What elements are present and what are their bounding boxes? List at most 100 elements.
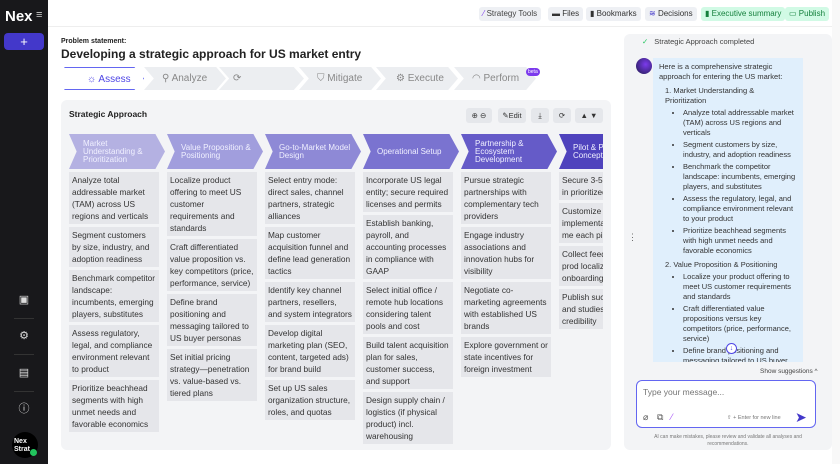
strategy-card[interactable]: Negotiate co-marketing agreements with e… bbox=[461, 282, 551, 334]
more-options-icon[interactable]: ⋮ bbox=[628, 232, 637, 243]
executive-summary-button[interactable]: ▮ Executive summary bbox=[701, 7, 786, 21]
help-icon[interactable]: ⓘ bbox=[16, 401, 32, 417]
refresh-icon[interactable]: ⟳ bbox=[553, 108, 571, 123]
board-column: Value Proposition & Positioning Localize … bbox=[167, 134, 263, 401]
divider bbox=[14, 318, 34, 319]
feedback-buttons[interactable]: ▲ ▼ bbox=[575, 108, 603, 123]
strategy-card[interactable]: Analyze total addressable market (TAM) a… bbox=[69, 172, 159, 224]
strategy-card[interactable]: Pursue strategic partnerships with compl… bbox=[461, 172, 551, 224]
file-icon: ▮ bbox=[705, 9, 712, 18]
strategy-card[interactable]: Publish succ stories and studies to b cr… bbox=[559, 289, 603, 329]
chat-panel: ✓ Strategic Approach completed Here is a … bbox=[624, 34, 832, 450]
strategy-card[interactable]: Craft differentiated value proposition v… bbox=[167, 239, 257, 291]
strategy-tools-button[interactable]: ⁄ Strategy Tools bbox=[479, 7, 542, 21]
strategy-card[interactable]: Map customer acquisition funnel and defi… bbox=[265, 227, 355, 279]
strategy-card[interactable]: Customize implementat success me each pi… bbox=[559, 203, 603, 243]
scrollbar[interactable] bbox=[832, 0, 840, 464]
disclaimer: AI can make mistakes, please review and … bbox=[654, 434, 802, 447]
magic-wand-icon[interactable]: ⁄ bbox=[671, 412, 673, 422]
page-title: Developing a strategic approach for US m… bbox=[61, 47, 362, 61]
strategy-card[interactable]: Segment customers by size, industry, and… bbox=[69, 227, 159, 267]
step-collaborate[interactable]: ⟳ ⚇Collaborate bbox=[219, 67, 304, 90]
strategy-card[interactable]: Prioritize beachhead segments with high … bbox=[69, 380, 159, 432]
thumbs-down-icon[interactable]: ▼ bbox=[590, 111, 597, 120]
list-item: Benchmark the competitor landscape: incu… bbox=[683, 162, 797, 192]
strategy-board: Market Understanding & Prioritization Ana… bbox=[69, 134, 603, 450]
strategy-card[interactable]: Collect feed iterate prod localization, … bbox=[559, 246, 603, 286]
menu-icon[interactable]: ≡ bbox=[36, 9, 42, 21]
presentation-icon: ▭ bbox=[789, 9, 799, 18]
zoom-in-icon[interactable]: ⊕ bbox=[472, 111, 478, 120]
gear-icon: ⚙ bbox=[396, 73, 408, 84]
step-execute[interactable]: ⚙ Execute bbox=[376, 67, 458, 90]
search-icon: ⚲ bbox=[162, 73, 172, 84]
files-button[interactable]: ▬ Files bbox=[548, 7, 584, 21]
strategy-card[interactable]: Engage industry associations and innovat… bbox=[461, 227, 551, 279]
strategy-card[interactable]: Set initial pricing strategy—penetration… bbox=[167, 349, 257, 401]
list-item: Prioritize beachhead segments with high … bbox=[683, 226, 797, 256]
column-header: Market Understanding & Prioritization bbox=[69, 134, 165, 169]
strategy-card[interactable]: Establish banking, payroll, and accounti… bbox=[363, 215, 453, 279]
divider bbox=[14, 354, 34, 355]
top-toolbar: ⁄ Strategy Tools ▬ Files ▮ Bookmarks ≋ D… bbox=[48, 0, 840, 27]
board-column: Pilot & Proof of Concept Secure 3-5 custo… bbox=[559, 134, 603, 329]
board-column: Go-to-Market Model Design Select entry mo… bbox=[265, 134, 361, 420]
section-title: 2. Value Proposition & Positioning bbox=[665, 260, 778, 269]
board-column: Partnership & Ecosystem Development Pursu… bbox=[461, 134, 557, 377]
list-item: Craft differentiated value propositions … bbox=[683, 304, 797, 344]
strategy-card[interactable]: Define brand positioning and messaging t… bbox=[167, 294, 257, 346]
download-icon[interactable]: ⤓ bbox=[531, 108, 549, 123]
new-button[interactable]: + bbox=[4, 33, 44, 50]
strategy-card[interactable]: Benchmark competitor landscape: incumben… bbox=[69, 270, 159, 322]
newline-hint: ⇧ + Enter for new line bbox=[727, 415, 781, 421]
presentation-icon[interactable]: ▣ bbox=[16, 292, 32, 308]
board-column: Market Understanding & Prioritization Ana… bbox=[69, 134, 165, 432]
lightbulb-icon: ☼ bbox=[87, 74, 99, 85]
strategy-card[interactable]: Design supply chain / logistics (if phys… bbox=[363, 392, 453, 444]
strategy-card[interactable]: Build talent acquisition plan for sales,… bbox=[363, 337, 453, 389]
scroll-down-button[interactable]: ↓ bbox=[726, 343, 737, 354]
step-assess[interactable]: ☼ Assess bbox=[64, 67, 144, 90]
attach-icon[interactable]: ⌀ bbox=[643, 412, 648, 423]
step-mitigate[interactable]: ⛉ Mitigate bbox=[299, 67, 381, 90]
column-header: Operational Setup bbox=[363, 134, 459, 169]
message-input[interactable] bbox=[643, 387, 803, 397]
strategy-card[interactable]: Select initial office / remote hub locat… bbox=[363, 282, 453, 334]
publish-button[interactable]: ▭ Publish bbox=[785, 7, 830, 21]
board-column: Operational Setup Incorporate US legal en… bbox=[363, 134, 459, 444]
send-button[interactable]: ➤ bbox=[795, 409, 807, 426]
message-section: 1. Market Understanding & Prioritization… bbox=[665, 86, 797, 256]
strategy-card[interactable]: Select entry mode: direct sales, channel… bbox=[265, 172, 355, 224]
strategy-card[interactable]: Secure 3-5 customers in prioritized s bbox=[559, 172, 603, 200]
message-sections: 1. Market Understanding & Prioritization… bbox=[665, 86, 797, 362]
bookmarks-button[interactable]: ▮ Bookmarks bbox=[586, 7, 641, 21]
decisions-button[interactable]: ≋ Decisions bbox=[645, 7, 697, 21]
document-icon[interactable]: ▤ bbox=[16, 365, 32, 381]
edit-button[interactable]: ✎Edit bbox=[498, 108, 526, 123]
gear-icon[interactable]: ⚙ bbox=[16, 328, 32, 344]
zoom-controls[interactable]: ⊕ ⊖ bbox=[466, 108, 492, 123]
strategy-card[interactable]: Assess regulatory, legal, and compliance… bbox=[69, 325, 159, 377]
message-intro: Here is a comprehensive strategic approa… bbox=[659, 62, 783, 81]
section-items: Analyze total addressable market (TAM) a… bbox=[683, 108, 797, 256]
completion-status: ✓ Strategic Approach completed bbox=[642, 37, 755, 46]
zoom-out-icon[interactable]: ⊖ bbox=[480, 111, 486, 120]
strategy-card[interactable]: Incorporate US legal entity; secure requ… bbox=[363, 172, 453, 212]
folder-icon: ▬ bbox=[552, 9, 563, 18]
list-item: Analyze total addressable market (TAM) a… bbox=[683, 108, 797, 138]
strategy-card[interactable]: Localize product offering to meet US cus… bbox=[167, 172, 257, 236]
strategy-card[interactable]: Identify key channel partners, resellers… bbox=[265, 282, 355, 322]
copy-icon[interactable]: ⧉ bbox=[657, 412, 663, 423]
strategy-card[interactable]: Set up US sales organization structure, … bbox=[265, 380, 355, 420]
thumbs-up-icon[interactable]: ▲ bbox=[581, 111, 588, 120]
layers-icon: ≋ bbox=[649, 9, 658, 18]
show-suggestions-toggle[interactable]: Show suggestions ^ bbox=[760, 368, 818, 375]
check-icon: ✓ bbox=[642, 37, 649, 46]
column-header: Value Proposition & Positioning bbox=[167, 134, 263, 169]
column-header: Go-to-Market Model Design bbox=[265, 134, 361, 169]
step-analyze[interactable]: ⚲ Analyze bbox=[144, 67, 226, 90]
strategy-card[interactable]: Explore government or state incentives f… bbox=[461, 337, 551, 377]
step-perform[interactable]: ◠ Perform bbox=[454, 67, 536, 90]
section-items: Localize your product offering to meet U… bbox=[683, 272, 797, 362]
strategy-card[interactable]: Develop digital marketing plan (SEO, con… bbox=[265, 325, 355, 377]
